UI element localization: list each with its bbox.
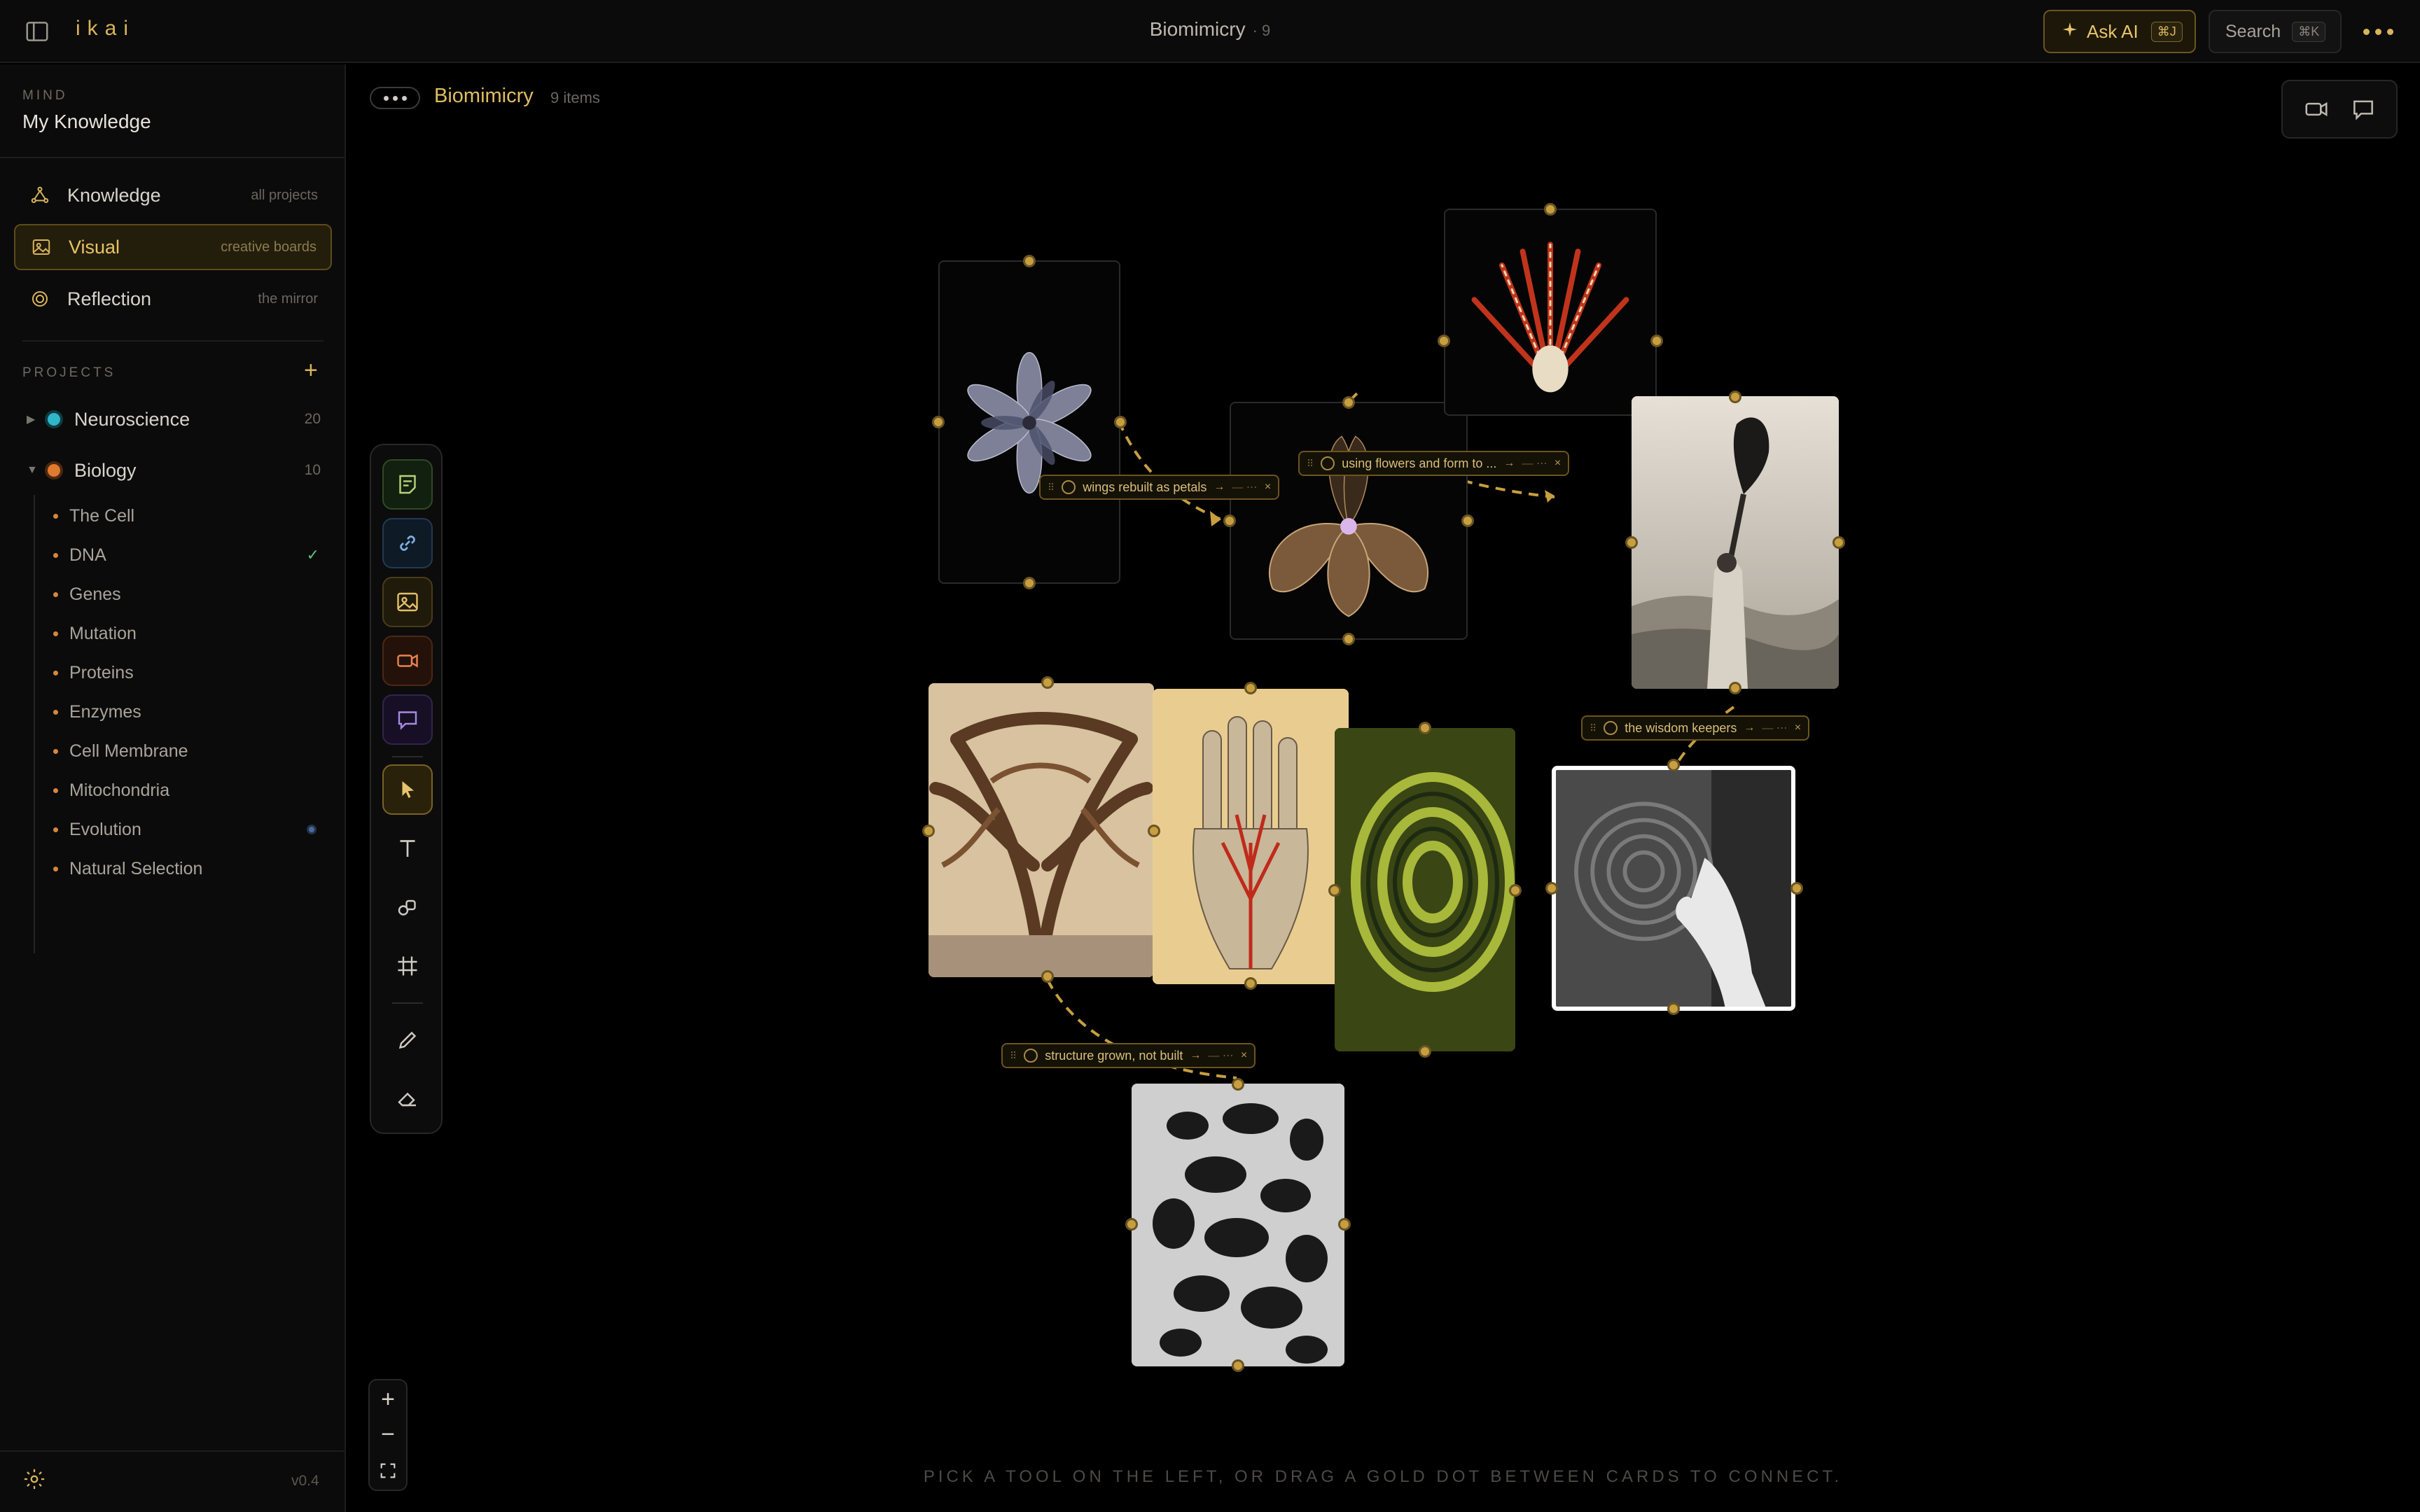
connect-handle[interactable]	[1790, 882, 1803, 895]
stone-spiral-image	[1556, 770, 1791, 1007]
card-bone-structure[interactable]	[1132, 1084, 1344, 1366]
connect-handle[interactable]	[1667, 759, 1680, 771]
arrow-icon[interactable]: →	[1744, 722, 1755, 734]
connect-handle[interactable]	[1438, 335, 1450, 347]
connect-handle[interactable]	[1232, 1078, 1244, 1091]
connection-label-wisdom-keepers[interactable]: ⠿ the wisdom keepers → — ⋯ ×	[1581, 715, 1810, 741]
connect-handle[interactable]	[1342, 633, 1355, 645]
connect-handle[interactable]	[1041, 676, 1054, 689]
connect-handle[interactable]	[1232, 1359, 1244, 1372]
connect-handle[interactable]	[1667, 1002, 1680, 1015]
connect-handle[interactable]	[1223, 514, 1236, 527]
connect-handle[interactable]	[1328, 884, 1341, 897]
connector-wings-petals	[1118, 421, 1222, 521]
connect-handle[interactable]	[1419, 722, 1431, 734]
connection-dot-icon	[1024, 1049, 1038, 1063]
connect-handle[interactable]	[1625, 536, 1638, 549]
connect-handle[interactable]	[1338, 1218, 1351, 1231]
connection-label-structure-grown[interactable]: ⠿ structure grown, not built → — ⋯ ×	[1001, 1043, 1256, 1068]
connect-handle[interactable]	[1114, 416, 1127, 428]
connect-handle[interactable]	[1833, 536, 1845, 549]
line-style-icon[interactable]: — ⋯	[1232, 480, 1257, 494]
connect-handle[interactable]	[1023, 255, 1036, 267]
connect-handle[interactable]	[1125, 1218, 1138, 1231]
connection-label-text[interactable]: structure grown, not built	[1045, 1049, 1183, 1063]
connect-handle[interactable]	[1729, 391, 1741, 403]
connect-handle[interactable]	[1244, 977, 1257, 990]
connect-handle[interactable]	[1342, 396, 1355, 409]
line-style-icon[interactable]: — ⋯	[1522, 456, 1547, 470]
connect-handle[interactable]	[922, 825, 935, 837]
feathers-image	[1471, 241, 1629, 393]
flower-image	[967, 351, 1092, 494]
woman-image	[1632, 396, 1839, 689]
hand-image	[1153, 689, 1349, 984]
connection-label-wings-petals[interactable]: ⠿ wings rebuilt as petals → — ⋯ ×	[1039, 475, 1280, 500]
connect-handle[interactable]	[932, 416, 945, 428]
drag-handle-icon[interactable]: ⠿	[1590, 722, 1597, 734]
zoom-in-button[interactable]: +	[370, 1382, 406, 1417]
connect-handle[interactable]	[1545, 882, 1558, 895]
arrow-icon[interactable]: →	[1214, 481, 1225, 493]
close-icon[interactable]: ×	[1241, 1049, 1247, 1062]
zoom-out-button[interactable]: −	[370, 1417, 406, 1452]
connect-handle[interactable]	[1023, 577, 1036, 589]
green-rings-image	[1335, 728, 1515, 1051]
card-feather-iris[interactable]	[1230, 402, 1468, 640]
connect-handle[interactable]	[1148, 825, 1160, 837]
card-green-rings[interactable]	[1335, 728, 1515, 1051]
line-style-icon[interactable]: — ⋯	[1762, 721, 1787, 735]
drag-handle-icon[interactable]: ⠿	[1048, 482, 1055, 493]
connect-handle[interactable]	[1509, 884, 1522, 897]
connect-handle[interactable]	[1729, 682, 1741, 694]
bone-structure-image	[1132, 1084, 1344, 1366]
connection-label-text[interactable]: wings rebuilt as petals	[1083, 480, 1206, 495]
card-stone-spiral[interactable]	[1552, 766, 1795, 1011]
connect-handle[interactable]	[1461, 514, 1474, 527]
connection-label-flowers-form[interactable]: ⠿ using flowers and form to ... → — ⋯ ×	[1298, 451, 1570, 476]
connect-handle[interactable]	[1041, 970, 1054, 983]
card-anatomy-hand[interactable]	[1153, 689, 1349, 984]
card-silver-flower[interactable]	[938, 260, 1120, 584]
connection-label-text[interactable]: the wisdom keepers	[1625, 721, 1737, 736]
connect-handle[interactable]	[1419, 1045, 1431, 1058]
arrow-icon[interactable]: →	[1503, 457, 1515, 470]
connection-label-text[interactable]: using flowers and form to ...	[1342, 456, 1496, 471]
drag-handle-icon[interactable]: ⠿	[1307, 458, 1314, 470]
tree-hall-image	[929, 683, 1154, 977]
connection-dot-icon	[1604, 721, 1618, 735]
card-woman-palm[interactable]	[1632, 396, 1839, 689]
drag-handle-icon[interactable]: ⠿	[1010, 1050, 1017, 1062]
close-icon[interactable]: ×	[1555, 457, 1561, 470]
connect-handle[interactable]	[1650, 335, 1663, 347]
close-icon[interactable]: ×	[1265, 481, 1271, 493]
arrow-icon[interactable]: →	[1190, 1049, 1201, 1062]
canvas-hint: PICK A TOOL ON THE LEFT, OR DRAG A GOLD …	[923, 1467, 1843, 1486]
card-red-feathers[interactable]	[1444, 209, 1657, 416]
card-tree-hall[interactable]	[929, 683, 1154, 977]
connection-dot-icon	[1062, 480, 1076, 494]
connect-handle[interactable]	[1244, 682, 1257, 694]
connection-dot-icon	[1321, 456, 1335, 470]
line-style-icon[interactable]: — ⋯	[1208, 1049, 1233, 1063]
connect-handle[interactable]	[1544, 203, 1557, 216]
iris-image	[1268, 435, 1429, 617]
close-icon[interactable]: ×	[1795, 722, 1801, 734]
